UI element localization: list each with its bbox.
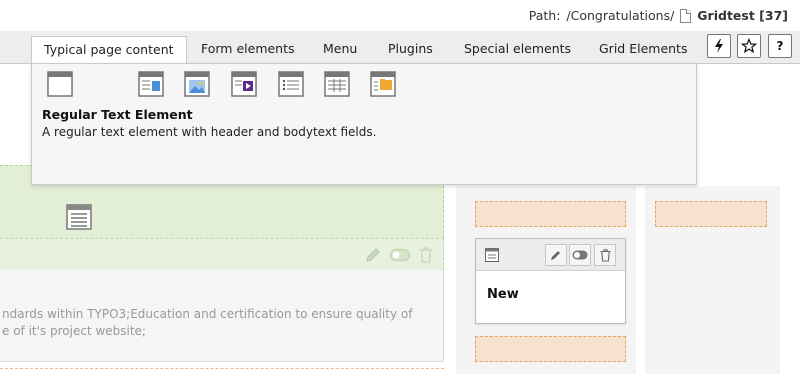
edit-icon[interactable]	[545, 244, 567, 266]
toggle-icon[interactable]	[569, 244, 591, 266]
breadcrumb: Path: /Congratulations/ Gridtest [37]	[529, 8, 788, 23]
tab-form-elements[interactable]: Form elements	[189, 36, 307, 64]
delete-icon[interactable]	[419, 247, 433, 266]
drop-zone[interactable]	[475, 336, 626, 362]
content-element-header	[476, 239, 625, 271]
page-icon	[680, 8, 692, 23]
element-title: Regular Text Element	[42, 107, 193, 122]
text-icon[interactable]	[47, 71, 73, 97]
content-element-card[interactable]: New	[475, 238, 626, 324]
wizard-tab-bar: Typical page content Form elements Menu …	[0, 31, 800, 67]
text-element-icon	[66, 204, 92, 233]
content-element-title: New	[487, 287, 519, 302]
drop-zone[interactable]	[655, 201, 767, 227]
bullets-icon[interactable]	[278, 71, 304, 97]
delete-icon[interactable]	[594, 244, 616, 266]
uploads-icon[interactable]	[370, 71, 396, 97]
tab-special-elements[interactable]: Special elements	[452, 36, 583, 64]
bodytext-line-1: ndards within TYPO3;Education and certif…	[2, 307, 413, 321]
table-icon[interactable]	[324, 71, 350, 97]
tab-grid-elements[interactable]: Grid Elements	[587, 36, 699, 64]
tab-plugins[interactable]: Plugins	[376, 36, 445, 64]
path-label: Path:	[528, 8, 561, 23]
text-element-icon	[485, 248, 499, 265]
bolt-icon[interactable]	[707, 34, 731, 58]
star-icon[interactable]	[737, 34, 761, 58]
bodytext-preview: ndards within TYPO3;Education and certif…	[2, 306, 442, 340]
text-image-icon[interactable]	[138, 71, 164, 97]
drop-zone-border	[0, 368, 444, 369]
text-media-icon[interactable]	[231, 71, 257, 97]
element-description: A regular text element with header and b…	[42, 125, 377, 139]
image-icon[interactable]	[184, 71, 210, 97]
drop-zone[interactable]	[475, 201, 626, 227]
edit-icon[interactable]	[365, 247, 381, 266]
path-bar: Path: /Congratulations/ Gridtest [37]	[0, 0, 800, 31]
tab-menu[interactable]: Menu	[311, 36, 369, 64]
help-icon[interactable]: ?	[768, 34, 792, 58]
new-content-wizard: Regular Text Element A regular text elem…	[31, 63, 697, 185]
element-toolbar	[0, 238, 444, 270]
path-value[interactable]: /Congratulations/	[566, 8, 674, 23]
toggle-icon[interactable]	[390, 249, 410, 264]
bodytext-line-2: e of it's project website;	[2, 324, 146, 338]
page-title: Gridtest [37]	[697, 8, 788, 23]
